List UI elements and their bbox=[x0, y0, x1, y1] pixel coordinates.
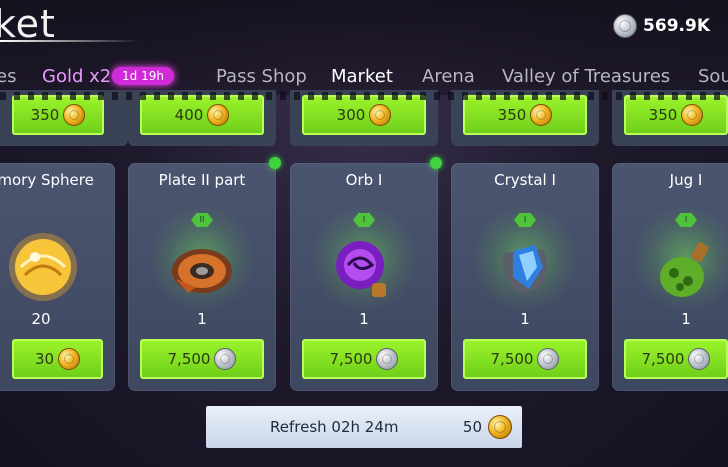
buy-button[interactable]: 7,500 bbox=[624, 339, 728, 379]
item-name: Crystal I bbox=[494, 171, 556, 189]
buy-button[interactable]: 350 bbox=[463, 95, 587, 135]
buy-button[interactable]: 30 bbox=[12, 339, 103, 379]
tab-pass-shop[interactable]: Pass Shop bbox=[216, 66, 307, 87]
silver-coin-icon bbox=[688, 348, 711, 370]
price-label: 300 bbox=[336, 106, 366, 124]
new-item-indicator bbox=[269, 157, 281, 169]
buy-button[interactable]: 7,500 bbox=[302, 339, 426, 379]
gold-coin-icon bbox=[207, 104, 230, 126]
price-label: 7,500 bbox=[490, 350, 534, 368]
tab-gold-x2[interactable]: Gold x2 bbox=[42, 66, 111, 87]
item-card-plate[interactable]: Plate II part II 1 7,500 bbox=[128, 163, 276, 391]
buy-button[interactable]: 350 bbox=[12, 95, 104, 135]
item-quantity: 1 bbox=[197, 310, 207, 328]
item-card-jug[interactable]: Jug I I 1 7,500 bbox=[612, 163, 728, 391]
buy-button[interactable]: 7,500 bbox=[463, 339, 587, 379]
buy-button[interactable]: 300 bbox=[302, 95, 426, 135]
price-label: 7,500 bbox=[641, 350, 685, 368]
gold-x2-timer-badge: 1d 19h bbox=[112, 67, 174, 85]
title-underline bbox=[0, 40, 140, 42]
item-quantity: 1 bbox=[359, 310, 369, 328]
tab-previous[interactable]: es bbox=[0, 66, 16, 87]
buy-button[interactable]: 350 bbox=[624, 95, 728, 135]
plate-icon bbox=[172, 249, 232, 293]
tab-souls[interactable]: Sou bbox=[698, 66, 728, 87]
orb-icon bbox=[336, 241, 386, 297]
gold-coin-icon bbox=[58, 348, 81, 370]
price-label: 350 bbox=[497, 106, 527, 124]
refresh-label: Refresh 02h 24m bbox=[270, 418, 399, 436]
price-label: 7,500 bbox=[167, 350, 211, 368]
torn-edge-divider bbox=[0, 92, 728, 100]
price-label: 400 bbox=[174, 106, 204, 124]
jug-icon bbox=[660, 242, 709, 297]
refresh-cost: 50 bbox=[462, 418, 482, 436]
item-card-crystal[interactable]: Crystal I I 1 7,500 bbox=[451, 163, 599, 391]
item-quantity: 1 bbox=[520, 310, 530, 328]
price-label: 30 bbox=[34, 350, 55, 368]
refresh-button[interactable]: Refresh 02h 24m 50 bbox=[206, 406, 522, 448]
new-item-indicator bbox=[430, 157, 442, 169]
crystal-icon bbox=[502, 245, 548, 293]
buy-button[interactable]: 7,500 bbox=[140, 339, 264, 379]
silver-balance-amount: 569.9K bbox=[643, 16, 710, 36]
silver-balance: 569.9K bbox=[613, 14, 710, 38]
item-name: Orb I bbox=[345, 171, 383, 189]
tab-market[interactable]: Market bbox=[331, 66, 393, 87]
item-card-orb[interactable]: Orb I I 1 7,500 bbox=[290, 163, 438, 391]
gold-coin-icon bbox=[681, 104, 704, 126]
silver-coin-icon bbox=[613, 14, 638, 38]
price-label: 7,500 bbox=[329, 350, 373, 368]
silver-coin-icon bbox=[376, 348, 399, 370]
item-name: emory Sphere bbox=[0, 171, 94, 189]
item-name: Jug I bbox=[669, 171, 703, 189]
item-name: Plate II part bbox=[158, 171, 246, 189]
price-label: 350 bbox=[30, 106, 60, 124]
tab-valley-of-treasures[interactable]: Valley of Treasures bbox=[502, 66, 670, 87]
tab-arena[interactable]: Arena bbox=[422, 66, 475, 87]
gold-coin-icon bbox=[369, 104, 392, 126]
gold-coin-icon bbox=[530, 104, 553, 126]
item-quantity: 20 bbox=[31, 310, 51, 328]
gold-coin-icon bbox=[488, 415, 512, 439]
item-quantity: 1 bbox=[681, 310, 691, 328]
price-label: 350 bbox=[648, 106, 678, 124]
gold-coin-icon bbox=[63, 104, 86, 126]
memory-sphere-icon bbox=[9, 233, 77, 301]
silver-coin-icon bbox=[537, 348, 560, 370]
buy-button[interactable]: 400 bbox=[140, 95, 264, 135]
silver-coin-icon bbox=[214, 348, 237, 370]
item-card-memory-sphere[interactable]: emory Sphere 20 30 bbox=[0, 163, 115, 391]
